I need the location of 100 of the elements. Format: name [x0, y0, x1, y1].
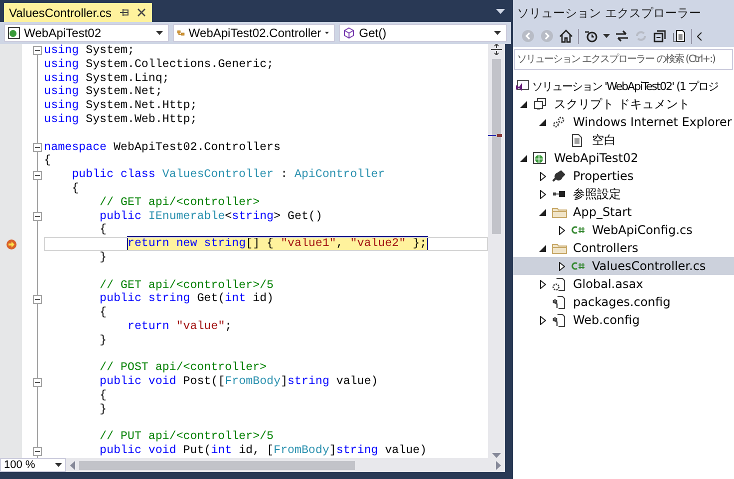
tree-item[interactable]: Controllers	[513, 239, 734, 257]
caret-icon	[494, 31, 501, 35]
code-line: using System.Web.Http;	[44, 112, 198, 127]
tree-item[interactable]: Properties	[513, 167, 734, 185]
tree-item[interactable]: App_Start	[513, 203, 734, 221]
tree-item[interactable]: packages.config	[513, 293, 734, 311]
tree-item[interactable]: ValuesController.cs	[513, 257, 734, 275]
tree-item[interactable]: Global.asax	[513, 275, 734, 293]
code-line: namespace WebApiTest02.Controllers	[44, 140, 282, 154]
code-line: }	[98, 402, 108, 417]
collapse-all-icon[interactable]	[653, 29, 667, 43]
code-line: }	[98, 334, 108, 348]
config-file-icon	[552, 314, 566, 326]
scroll-left-icon[interactable]	[70, 460, 75, 470]
code-line: return "value";	[126, 320, 233, 334]
csharp-file-icon	[571, 261, 586, 271]
show-files-icon[interactable]	[672, 29, 686, 43]
code-line: public IEnumerable<string> Get()	[98, 210, 324, 224]
gear-file-icon	[552, 278, 566, 290]
caret-icon	[325, 31, 329, 35]
collapsed-arrow-icon[interactable]	[540, 190, 546, 198]
tree-item[interactable]: WebApiConfig.cs	[513, 221, 734, 239]
tree-item[interactable]: 空白	[513, 131, 734, 149]
code-line: {	[44, 154, 52, 168]
code-line: public class ValuesController : ApiController	[70, 168, 386, 182]
type-dropdown[interactable]: WebApiTest02.Controller	[173, 24, 335, 42]
dropdown-icon[interactable]	[496, 9, 505, 14]
code-line: using System.Collections.Generic;	[44, 58, 275, 72]
code-line: public void Post([FromBody]string value)	[98, 375, 379, 389]
web-project-icon	[8, 27, 20, 39]
code-line: {	[98, 223, 108, 238]
collapse-icon[interactable]	[33, 294, 42, 304]
tree-item[interactable]: スクリプト ドキュメント	[513, 95, 734, 113]
expanded-arrow-icon[interactable]	[539, 208, 546, 216]
expanded-arrow-icon[interactable]	[539, 118, 546, 126]
zoom-dropdown[interactable]: 100 %	[0, 458, 66, 472]
code-line: // POST api/<controller>	[98, 361, 268, 376]
wrench-icon	[552, 170, 565, 182]
code-line: {	[98, 388, 108, 403]
tree-item[interactable]: Windows Internet Explorer	[513, 113, 734, 131]
code-line: public void Put(int id, [FromBody]string value)	[98, 444, 428, 458]
code-line: public string Get(int id)	[98, 292, 275, 306]
scrollbar-thumb[interactable]	[79, 460, 355, 470]
collapse-icon[interactable]	[33, 446, 42, 456]
code-line: using System.Net.Http;	[44, 99, 198, 113]
tree-item[interactable]: WebApiTest02	[513, 149, 734, 167]
horizontal-scrollbar[interactable]	[66, 458, 505, 472]
vertical-scrollbar[interactable]	[488, 44, 505, 458]
chevron-left-icon[interactable]	[697, 32, 702, 40]
expanded-arrow-icon[interactable]	[539, 244, 546, 252]
collapsed-arrow-icon[interactable]	[558, 262, 564, 270]
member-dropdown[interactable]: Get()	[339, 24, 507, 42]
collapsed-arrow-icon[interactable]	[558, 226, 564, 234]
clock-icon[interactable]	[584, 29, 598, 43]
collapsed-arrow-icon[interactable]	[540, 316, 546, 324]
cube-icon	[343, 27, 355, 39]
collapsed-arrow-icon[interactable]	[540, 172, 546, 180]
document-icon	[571, 134, 583, 146]
code-line: // GET api/<controller>/5	[98, 278, 275, 292]
project-dropdown[interactable]: WebApiTest02	[4, 24, 169, 42]
tree-item[interactable]: 参照設定	[513, 185, 734, 203]
references-icon	[552, 189, 566, 199]
close-icon[interactable]	[136, 8, 146, 17]
tree-item[interactable]: Web.config	[513, 311, 734, 329]
collapse-icon[interactable]	[33, 142, 42, 152]
gears-icon	[552, 116, 566, 128]
caret-icon	[156, 31, 163, 35]
pin-icon[interactable]	[120, 8, 128, 17]
code-line: }	[98, 250, 108, 265]
expanded-arrow-icon[interactable]	[520, 100, 527, 108]
scroll-right-icon[interactable]	[496, 460, 501, 470]
code-line: // GET api/<controller>	[98, 196, 261, 210]
collapse-icon[interactable]	[33, 378, 42, 387]
scroll-marker	[488, 134, 505, 137]
collapse-icon[interactable]	[33, 212, 42, 221]
code-line: using System;	[44, 44, 136, 58]
collapsed-arrow-icon[interactable]	[540, 280, 546, 288]
code-line: using System.Linq;	[44, 72, 170, 86]
document-tab[interactable]: ValuesController.cs	[4, 3, 152, 22]
web-project-icon	[533, 152, 547, 164]
current-line-arrow-icon	[6, 238, 16, 250]
scrollbar-thumb[interactable]	[492, 59, 501, 234]
collapse-icon[interactable]	[33, 170, 42, 180]
home-icon[interactable]	[559, 29, 573, 43]
code-line: {	[98, 306, 108, 320]
expanded-arrow-icon[interactable]	[520, 154, 527, 162]
collapse-icon[interactable]	[33, 46, 42, 56]
folder-icon	[552, 242, 567, 254]
code-line: // PUT api/<controller>/5	[98, 430, 275, 444]
caret-icon	[603, 34, 610, 38]
config-file-icon	[552, 296, 566, 308]
csharp-file-icon	[571, 225, 586, 235]
tree-item[interactable]: ソリューション 'WebApiTest02' (1 プロジ	[513, 77, 734, 95]
sync-icon[interactable]	[615, 29, 629, 43]
search-field[interactable]: ソリューション エクスプローラー の検索 (Ctrl+:)	[514, 49, 733, 70]
window-stack-icon	[533, 98, 547, 110]
caret-icon	[55, 463, 62, 467]
folder-icon	[552, 206, 567, 218]
split-icon[interactable]	[491, 44, 502, 55]
panel-title: ソリューション エクスプローラー	[513, 0, 734, 26]
